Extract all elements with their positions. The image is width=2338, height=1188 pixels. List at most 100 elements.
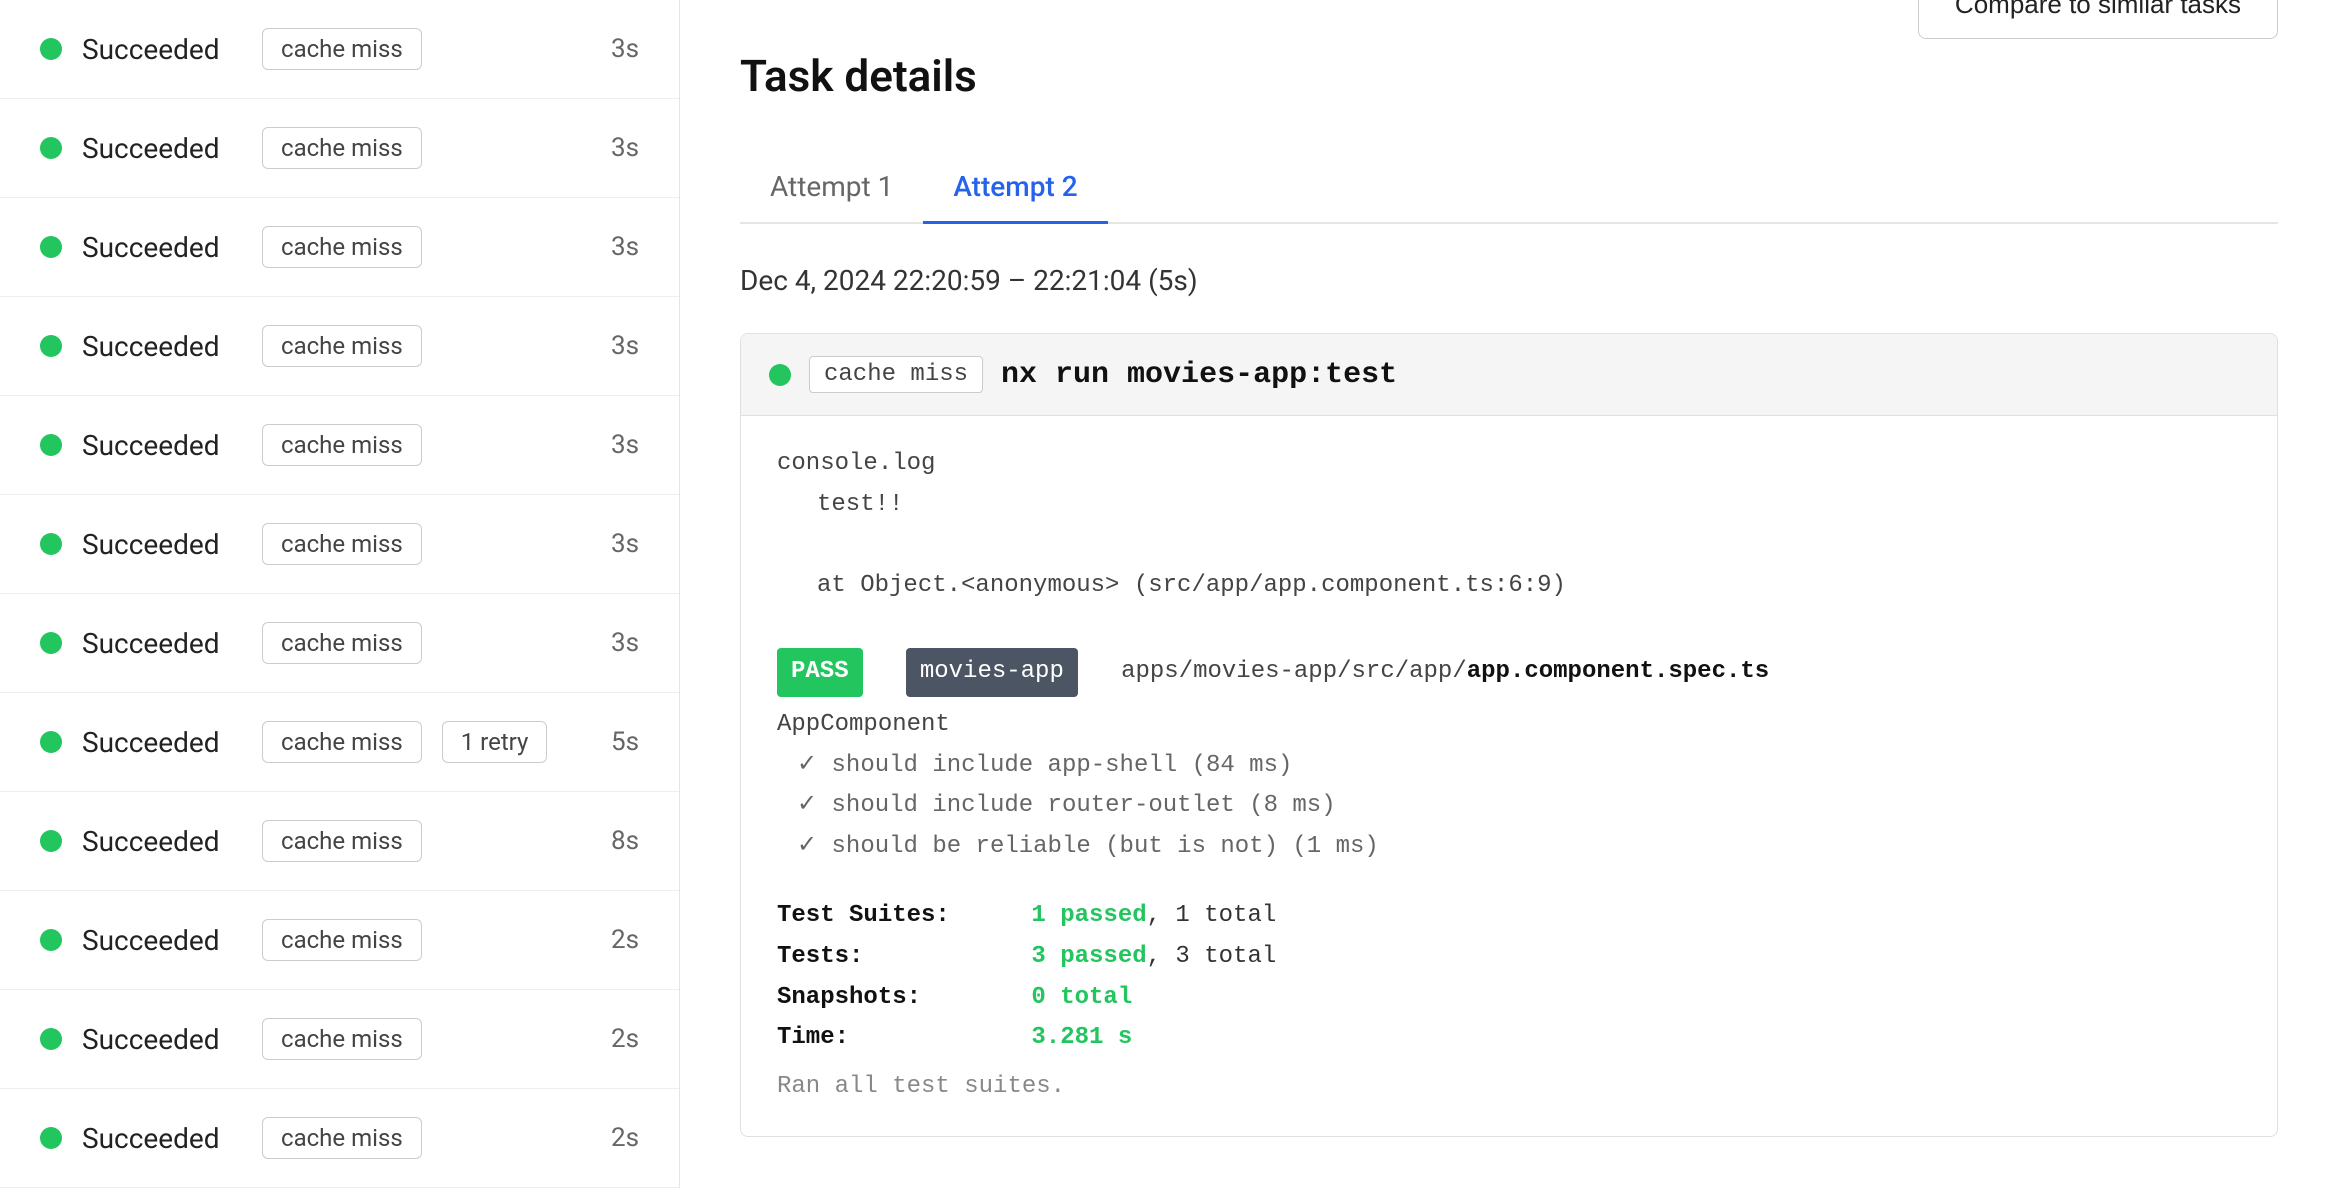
status-text: Succeeded bbox=[82, 726, 242, 759]
status-text: Succeeded bbox=[82, 132, 242, 165]
status-text: Succeeded bbox=[82, 627, 242, 660]
suite-row: Snapshots: 0 total bbox=[777, 978, 2241, 1019]
suite-label: Snapshots: bbox=[777, 978, 1017, 1019]
file-path-bold: app.component.spec.ts bbox=[1467, 658, 1769, 685]
duration: 2s bbox=[611, 925, 639, 955]
suite-value: 0 total bbox=[1031, 984, 1132, 1011]
task-row[interactable]: Succeeded cache miss 2s bbox=[0, 990, 679, 1089]
task-row[interactable]: Succeeded cache miss 3s bbox=[0, 198, 679, 297]
compare-button[interactable]: Compare to similar tasks bbox=[1918, 0, 2278, 39]
task-row[interactable]: Succeeded cache miss 3s bbox=[0, 0, 679, 99]
status-dot bbox=[40, 1028, 62, 1050]
status-dot bbox=[40, 1127, 62, 1149]
suite-value: 3 passed bbox=[1031, 943, 1146, 970]
task-row[interactable]: Succeeded cache miss 2s bbox=[0, 891, 679, 990]
status-text: Succeeded bbox=[82, 1122, 242, 1155]
datetime-range: Dec 4, 2024 22:20:59 – 22:21:04 (5s) bbox=[740, 264, 2278, 297]
cache-miss-badge: cache miss bbox=[262, 622, 422, 664]
status-dot bbox=[40, 830, 62, 852]
status-dot bbox=[40, 929, 62, 951]
duration: 3s bbox=[611, 628, 639, 658]
suite-row: Time: 3.281 s bbox=[777, 1018, 2241, 1059]
status-dot bbox=[40, 731, 62, 753]
cache-miss-badge: cache miss bbox=[262, 1018, 422, 1060]
test-line: test!! bbox=[777, 485, 2241, 526]
console-log-line: console.log bbox=[777, 444, 2241, 485]
task-row[interactable]: Succeeded cache miss 3s bbox=[0, 495, 679, 594]
suite-row: Test Suites: 1 passed, 1 total bbox=[777, 896, 2241, 937]
task-row[interactable]: Succeeded cache miss 3s bbox=[0, 99, 679, 198]
check-line: ✓ should include app-shell (84 ms) bbox=[777, 746, 2241, 787]
suite-label: Time: bbox=[777, 1018, 1017, 1059]
check-line: ✓ should include router-outlet (8 ms) bbox=[777, 786, 2241, 827]
duration: 3s bbox=[611, 34, 639, 64]
duration: 3s bbox=[611, 430, 639, 460]
status-text: Succeeded bbox=[82, 33, 242, 66]
duration: 2s bbox=[611, 1024, 639, 1054]
cache-miss-badge: cache miss bbox=[262, 226, 422, 268]
check-line: ✓ should be reliable (but is not) (1 ms) bbox=[777, 827, 2241, 868]
duration: 5s bbox=[611, 727, 639, 757]
tab-attempt-2[interactable]: Attempt 2 bbox=[923, 152, 1107, 224]
status-text: Succeeded bbox=[82, 825, 242, 858]
task-row[interactable]: Succeeded cache miss 8s bbox=[0, 792, 679, 891]
task-details-title: Task details bbox=[740, 50, 2278, 102]
retry-badge: 1 retry bbox=[442, 721, 548, 763]
movies-app-badge: movies-app bbox=[906, 648, 1078, 697]
right-panel: Compare to similar tasks Task details At… bbox=[680, 0, 2338, 1188]
pass-line: PASS movies-app apps/movies-app/src/app/… bbox=[777, 648, 2241, 697]
status-text: Succeeded bbox=[82, 1023, 242, 1056]
cache-miss-badge: cache miss bbox=[809, 356, 983, 393]
task-row[interactable]: Succeeded cache miss 2s bbox=[0, 1089, 679, 1188]
status-dot bbox=[40, 533, 62, 555]
suite-value: 3.281 s bbox=[1031, 1024, 1132, 1051]
duration: 3s bbox=[611, 133, 639, 163]
ran-all: Ran all test suites. bbox=[777, 1067, 2241, 1108]
status-dot bbox=[40, 236, 62, 258]
status-text: Succeeded bbox=[82, 231, 242, 264]
suite-suffix: , 3 total bbox=[1147, 943, 1277, 970]
task-row[interactable]: Succeeded cache miss 3s bbox=[0, 594, 679, 693]
status-dot bbox=[40, 335, 62, 357]
duration: 3s bbox=[611, 232, 639, 262]
cache-miss-badge: cache miss bbox=[262, 28, 422, 70]
terminal-box: cache miss nx run movies-app:test consol… bbox=[740, 333, 2278, 1137]
status-dot bbox=[40, 434, 62, 456]
cache-miss-badge: cache miss bbox=[262, 721, 422, 763]
task-row[interactable]: Succeeded cache miss 1 retry 5s bbox=[0, 693, 679, 792]
status-dot bbox=[40, 632, 62, 654]
status-text: Succeeded bbox=[82, 429, 242, 462]
duration: 8s bbox=[611, 826, 639, 856]
status-text: Succeeded bbox=[82, 528, 242, 561]
task-row[interactable]: Succeeded cache miss 3s bbox=[0, 297, 679, 396]
status-text: Succeeded bbox=[82, 924, 242, 957]
suite-label: Test Suites: bbox=[777, 896, 1017, 937]
terminal-status-dot bbox=[769, 364, 791, 386]
suite-suffix: , 1 total bbox=[1147, 902, 1277, 929]
file-path-prefix: apps/movies-app/src/app/ bbox=[1121, 658, 1467, 685]
cache-miss-badge: cache miss bbox=[262, 523, 422, 565]
cache-miss-badge: cache miss bbox=[262, 424, 422, 466]
duration: 3s bbox=[611, 331, 639, 361]
status-text: Succeeded bbox=[82, 330, 242, 363]
suite-value: 1 passed bbox=[1031, 902, 1146, 929]
cache-miss-badge: cache miss bbox=[262, 820, 422, 862]
terminal-body: console.log test!! at Object.<anonymous>… bbox=[741, 416, 2277, 1136]
cache-miss-badge: cache miss bbox=[262, 1117, 422, 1159]
at-line: at Object.<anonymous> (src/app/app.compo… bbox=[777, 566, 2241, 607]
suite-row: Tests: 3 passed, 3 total bbox=[777, 937, 2241, 978]
tab-attempt-1[interactable]: Attempt 1 bbox=[740, 152, 923, 224]
cache-miss-badge: cache miss bbox=[262, 919, 422, 961]
duration: 3s bbox=[611, 529, 639, 559]
suite-label: Tests: bbox=[777, 937, 1017, 978]
file-path: apps/movies-app/src/app/app.component.sp… bbox=[1121, 658, 1769, 685]
terminal-header: cache miss nx run movies-app:test bbox=[741, 334, 2277, 416]
pass-badge: PASS bbox=[777, 648, 863, 697]
app-component-label: AppComponent bbox=[777, 705, 2241, 746]
left-panel: Succeeded cache miss 3s Succeeded cache … bbox=[0, 0, 680, 1188]
cache-miss-badge: cache miss bbox=[262, 127, 422, 169]
tabs-container: Attempt 1Attempt 2 bbox=[740, 152, 2278, 224]
task-row[interactable]: Succeeded cache miss 3s bbox=[0, 396, 679, 495]
status-dot bbox=[40, 137, 62, 159]
duration: 2s bbox=[611, 1123, 639, 1153]
